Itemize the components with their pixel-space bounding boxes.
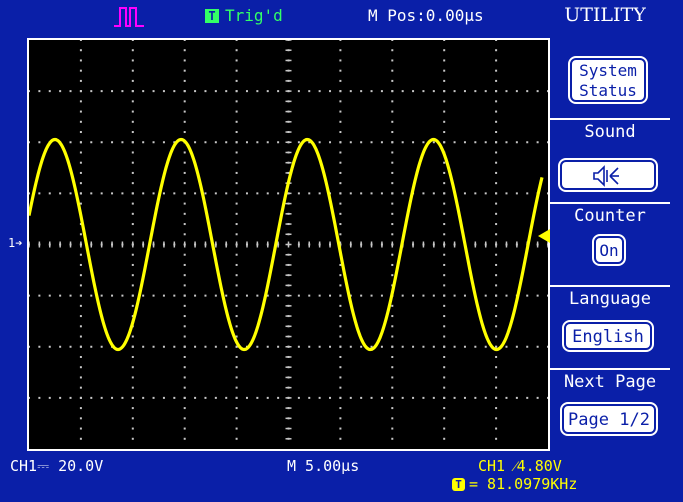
counter-button[interactable]: On (592, 234, 626, 266)
pulse-waveform-icon (114, 7, 144, 27)
frequency-readout: T = 81.0979KHz (452, 475, 577, 493)
next-page-button[interactable]: Page 1/2 (560, 402, 658, 436)
trigger-status-text: Trig'd (225, 6, 283, 25)
channel-1-scale: CH1⎓ 20.0V (10, 457, 104, 475)
sound-label: Sound (584, 122, 636, 142)
system-status-button[interactable]: System Status (568, 56, 648, 104)
bottom-status-bar: CH1⎓ 20.0V M 5.00µs CH1 ⁄4.80V T = 81.09… (0, 453, 683, 502)
menu-divider (550, 202, 670, 204)
system-status-label-2: Status (579, 81, 637, 100)
menu-divider (550, 368, 670, 370)
horizontal-position: M Pos:0.00µs (368, 6, 484, 25)
channel-1-ground-marker: 1➔ (8, 236, 23, 250)
trigger-status: T Trig'd (205, 6, 283, 25)
trigger-frequency-icon: T (452, 477, 465, 491)
graticule (29, 40, 548, 440)
speaker-icon (593, 165, 619, 187)
language-label: Language (569, 289, 651, 309)
trigger-badge-icon: T (205, 8, 219, 23)
utility-menu: System Status Sound Counter On Language … (550, 36, 683, 456)
next-page-label: Next Page (563, 372, 657, 392)
sound-button[interactable] (558, 158, 658, 192)
waveform-display (27, 38, 550, 451)
system-status-label-1: System (579, 61, 637, 80)
menu-title: UTILITY (564, 4, 646, 26)
top-status-bar: T Trig'd M Pos:0.00µs UTILITY (0, 0, 683, 36)
menu-divider (550, 285, 670, 287)
frequency-value: = 81.0979KHz (469, 475, 578, 493)
counter-label: Counter (574, 206, 646, 226)
language-button[interactable]: English (562, 320, 654, 352)
menu-divider (550, 118, 670, 120)
trigger-level: CH1 ⁄4.80V (478, 457, 562, 475)
trigger-level-icon (538, 229, 550, 243)
timebase: M 5.00µs (287, 457, 360, 475)
